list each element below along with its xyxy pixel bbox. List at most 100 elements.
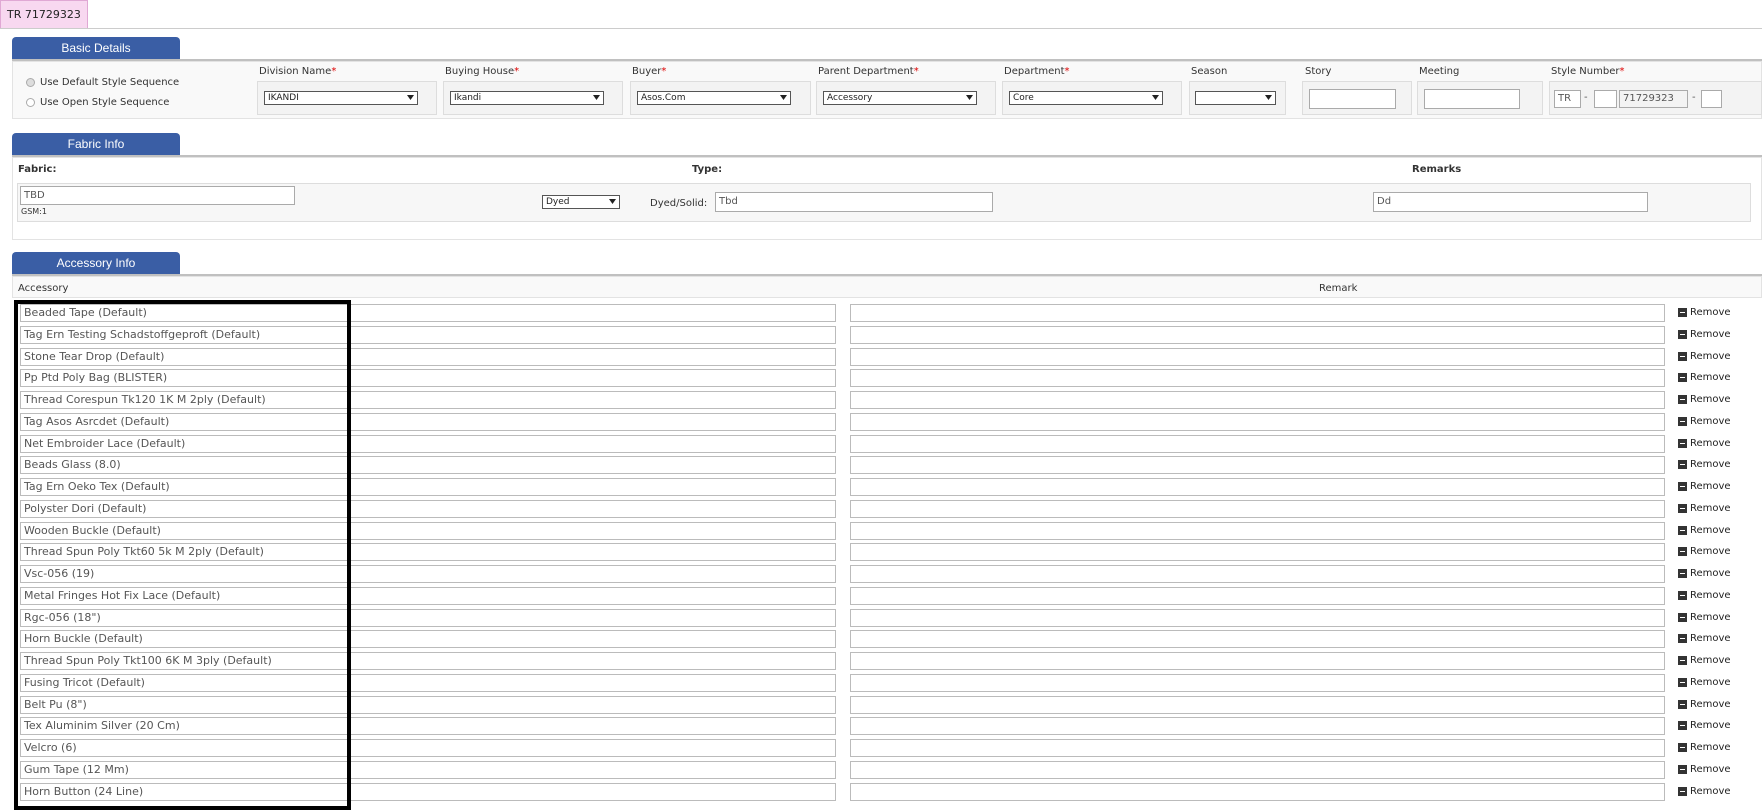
accessory-remark-input[interactable] [850, 739, 1665, 757]
remove-button[interactable]: Remove [1678, 351, 1731, 362]
fabric-type-select[interactable]: Dyed [542, 195, 620, 209]
minus-icon [1678, 613, 1687, 622]
division-label: Division Name* [259, 66, 337, 77]
style-middle-input[interactable] [1594, 90, 1617, 108]
remove-label: Remove [1690, 481, 1731, 492]
department-label: Department* [1004, 66, 1070, 77]
remove-button[interactable]: Remove [1678, 459, 1731, 470]
fabric-info-header[interactable]: Fabric Info [12, 133, 180, 155]
meeting-label: Meeting [1419, 66, 1460, 77]
minus-icon [1678, 678, 1687, 687]
minus-icon [1678, 482, 1687, 491]
remove-button[interactable]: Remove [1678, 786, 1731, 797]
accessory-remark-input[interactable] [850, 348, 1665, 366]
remove-label: Remove [1690, 699, 1731, 710]
basic-details-header[interactable]: Basic Details [12, 37, 180, 59]
record-tab[interactable]: TR 71729323 [0, 0, 88, 28]
remove-button[interactable]: Remove [1678, 503, 1731, 514]
remove-label: Remove [1690, 307, 1731, 318]
minus-icon [1678, 634, 1687, 643]
season-select[interactable] [1195, 91, 1276, 105]
radio-checked-icon[interactable] [26, 78, 35, 87]
remove-button[interactable]: Remove [1678, 633, 1731, 644]
remove-label: Remove [1690, 786, 1731, 797]
accessory-remark-input[interactable] [850, 500, 1665, 518]
default-sequence-radio[interactable]: Use Default Style Sequence [26, 77, 179, 88]
fabric-input[interactable]: TBD [20, 186, 295, 205]
minus-icon [1678, 439, 1687, 448]
minus-icon [1678, 417, 1687, 426]
remove-button[interactable]: Remove [1678, 394, 1731, 405]
buying-house-select[interactable]: Ikandi [450, 91, 604, 105]
accessory-remark-input[interactable] [850, 369, 1665, 387]
minus-icon [1678, 460, 1687, 469]
remove-button[interactable]: Remove [1678, 699, 1731, 710]
remove-button[interactable]: Remove [1678, 307, 1731, 318]
remove-button[interactable]: Remove [1678, 655, 1731, 666]
remove-button[interactable]: Remove [1678, 481, 1731, 492]
accessory-remark-input[interactable] [850, 326, 1665, 344]
story-label: Story [1305, 66, 1332, 77]
remove-button[interactable]: Remove [1678, 416, 1731, 427]
remove-button[interactable]: Remove [1678, 590, 1731, 601]
chevron-down-icon [780, 95, 787, 100]
division-select[interactable]: IKANDI [264, 91, 418, 105]
accessory-header-row [12, 276, 1762, 298]
accessory-info-header[interactable]: Accessory Info [12, 252, 180, 274]
remove-button[interactable]: Remove [1678, 438, 1731, 449]
accessory-column-header: Accessory [18, 283, 69, 294]
parent-department-label: Parent Department* [818, 66, 919, 77]
remove-button[interactable]: Remove [1678, 568, 1731, 579]
parent-department-select[interactable]: Accessory [823, 91, 977, 105]
remove-button[interactable]: Remove [1678, 677, 1731, 688]
minus-icon [1678, 395, 1687, 404]
style-prefix-input[interactable]: TR [1554, 90, 1581, 108]
dyed-solid-input[interactable]: Tbd [715, 192, 993, 212]
department-select[interactable]: Core [1009, 91, 1163, 105]
accessory-remark-input[interactable] [850, 761, 1665, 779]
accessory-remark-input[interactable] [850, 696, 1665, 714]
minus-icon [1678, 591, 1687, 600]
accessory-remark-input[interactable] [850, 456, 1665, 474]
remove-button[interactable]: Remove [1678, 329, 1731, 340]
meeting-input[interactable] [1424, 89, 1520, 109]
accessory-remark-input[interactable] [850, 717, 1665, 735]
buyer-select[interactable]: Asos.Com [637, 91, 791, 105]
accessory-remark-input[interactable] [850, 413, 1665, 431]
remarks-label: Remarks [1412, 164, 1462, 175]
remove-button[interactable]: Remove [1678, 546, 1731, 557]
accessory-remark-input[interactable] [850, 543, 1665, 561]
remove-button[interactable]: Remove [1678, 720, 1731, 731]
accessory-remark-input[interactable] [850, 652, 1665, 670]
remove-button[interactable]: Remove [1678, 525, 1731, 536]
style-suffix-input[interactable] [1701, 90, 1722, 108]
open-sequence-radio[interactable]: Use Open Style Sequence [26, 97, 169, 108]
accessory-remark-input[interactable] [850, 674, 1665, 692]
accessory-remark-input[interactable] [850, 391, 1665, 409]
minus-icon [1678, 373, 1687, 382]
accessory-remark-input[interactable] [850, 522, 1665, 540]
buying-house-label: Buying House* [445, 66, 520, 77]
remove-button[interactable]: Remove [1678, 612, 1731, 623]
story-input[interactable] [1309, 89, 1396, 109]
fabric-remarks-input[interactable]: Dd [1373, 192, 1648, 212]
radio-unchecked-icon[interactable] [26, 98, 35, 107]
accessory-remark-input[interactable] [850, 783, 1665, 801]
buyer-label: Buyer* [632, 66, 667, 77]
remove-button[interactable]: Remove [1678, 764, 1731, 775]
remove-button[interactable]: Remove [1678, 372, 1731, 383]
fabric-label: Fabric: [18, 164, 57, 175]
accessory-remark-input[interactable] [850, 587, 1665, 605]
accessory-remark-input[interactable] [850, 304, 1665, 322]
remove-label: Remove [1690, 372, 1731, 383]
accessory-remark-input[interactable] [850, 630, 1665, 648]
accessory-remark-input[interactable] [850, 609, 1665, 627]
accessory-remark-input[interactable] [850, 478, 1665, 496]
remove-button[interactable]: Remove [1678, 742, 1731, 753]
open-sequence-label: Use Open Style Sequence [40, 97, 170, 108]
style-number-input[interactable]: 71729323 [1619, 90, 1688, 108]
accessory-remark-input[interactable] [850, 565, 1665, 583]
accessory-remark-input[interactable] [850, 435, 1665, 453]
season-label: Season [1191, 66, 1228, 77]
chevron-down-icon [609, 199, 616, 204]
